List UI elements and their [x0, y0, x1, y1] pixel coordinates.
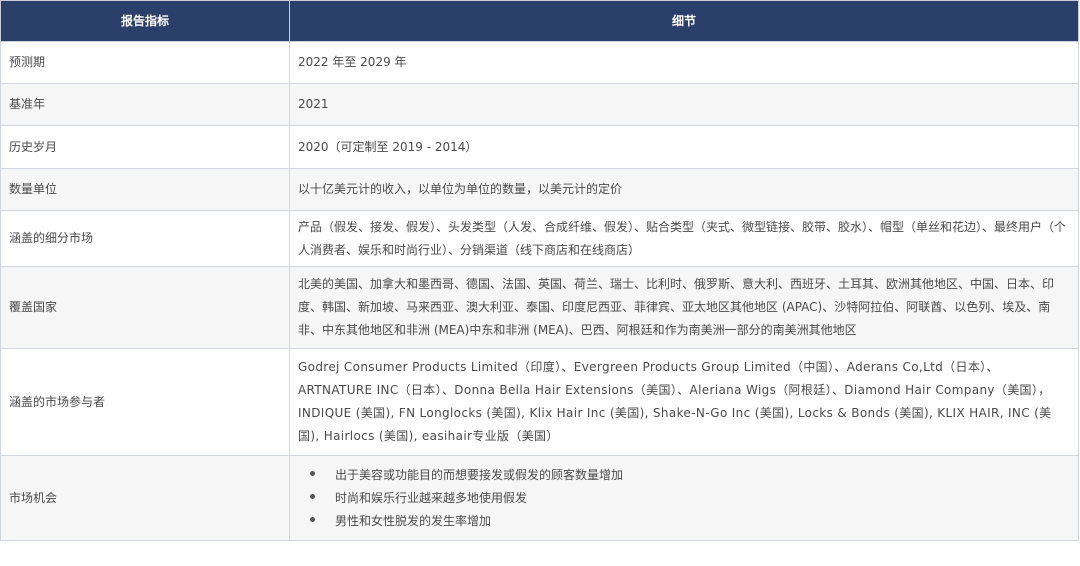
- table-row: 历史岁月 2020（可定制至 2019 - 2014）: [0, 125, 1079, 169]
- metric-cell: 历史岁月: [0, 125, 290, 169]
- table-row: 预测期 2022 年至 2029 年: [0, 41, 1079, 84]
- detail-cell: 北美的美国、加拿大和墨西哥、德国、法国、英国、荷兰、瑞士、比利时、俄罗斯、意大利…: [289, 266, 1079, 349]
- detail-cell: Godrej Consumer Products Limited（印度）、Eve…: [289, 348, 1079, 456]
- detail-cell: 以十亿美元计的收入，以单位为单位的数量，以美元计的定价: [289, 168, 1079, 211]
- list-item-text: 时尚和娱乐行业越来越多地使用假发: [335, 490, 528, 505]
- header-metric: 报告指标: [0, 0, 290, 42]
- metric-cell: 涵盖的细分市场: [0, 210, 290, 267]
- metric-cell: 市场机会: [0, 455, 290, 541]
- table-row: 基准年 2021: [0, 83, 1079, 126]
- metric-cell: 数量单位: [0, 168, 290, 211]
- table-row: 数量单位 以十亿美元计的收入，以单位为单位的数量，以美元计的定价: [0, 168, 1079, 211]
- table-row: 市场机会 出于美容或功能目的而想要接发或假发的顾客数量增加 时尚和娱乐行业越来越…: [0, 455, 1079, 541]
- bullet-icon: [310, 470, 315, 476]
- list-item: 时尚和娱乐行业越来越多地使用假发: [310, 487, 1070, 510]
- report-metrics-table: 报告指标 细节 预测期 2022 年至 2029 年 基准年 2021 历史岁月…: [0, 0, 1079, 541]
- opportunities-list: 出于美容或功能目的而想要接发或假发的顾客数量增加 时尚和娱乐行业越来越多地使用假…: [298, 464, 1070, 533]
- bullet-icon: [310, 516, 315, 522]
- detail-cell: 产品（假发、接发、假发）、头发类型（人发、合成纤维、假发）、贴合类型（夹式、微型…: [289, 210, 1079, 267]
- list-item-text: 男性和女性脱发的发生率增加: [335, 513, 492, 528]
- header-details: 细节: [289, 0, 1079, 42]
- metric-cell: 基准年: [0, 83, 290, 126]
- metric-cell: 涵盖的市场参与者: [0, 348, 290, 456]
- bullet-icon: [310, 493, 315, 499]
- table-row: 涵盖的市场参与者 Godrej Consumer Products Limite…: [0, 348, 1079, 456]
- metric-cell: 预测期: [0, 41, 290, 84]
- detail-cell: 2021: [289, 83, 1079, 126]
- table-row: 涵盖的细分市场 产品（假发、接发、假发）、头发类型（人发、合成纤维、假发）、贴合…: [0, 210, 1079, 267]
- detail-cell: 出于美容或功能目的而想要接发或假发的顾客数量增加 时尚和娱乐行业越来越多地使用假…: [289, 455, 1079, 541]
- table-row: 覆盖国家 北美的美国、加拿大和墨西哥、德国、法国、英国、荷兰、瑞士、比利时、俄罗…: [0, 266, 1079, 349]
- list-item: 出于美容或功能目的而想要接发或假发的顾客数量增加: [310, 464, 1070, 487]
- metric-cell: 覆盖国家: [0, 266, 290, 349]
- list-item-text: 出于美容或功能目的而想要接发或假发的顾客数量增加: [335, 467, 624, 482]
- detail-cell: 2020（可定制至 2019 - 2014）: [289, 125, 1079, 169]
- detail-cell: 2022 年至 2029 年: [289, 41, 1079, 84]
- list-item: 男性和女性脱发的发生率增加: [310, 510, 1070, 533]
- table-header-row: 报告指标 细节: [0, 0, 1079, 42]
